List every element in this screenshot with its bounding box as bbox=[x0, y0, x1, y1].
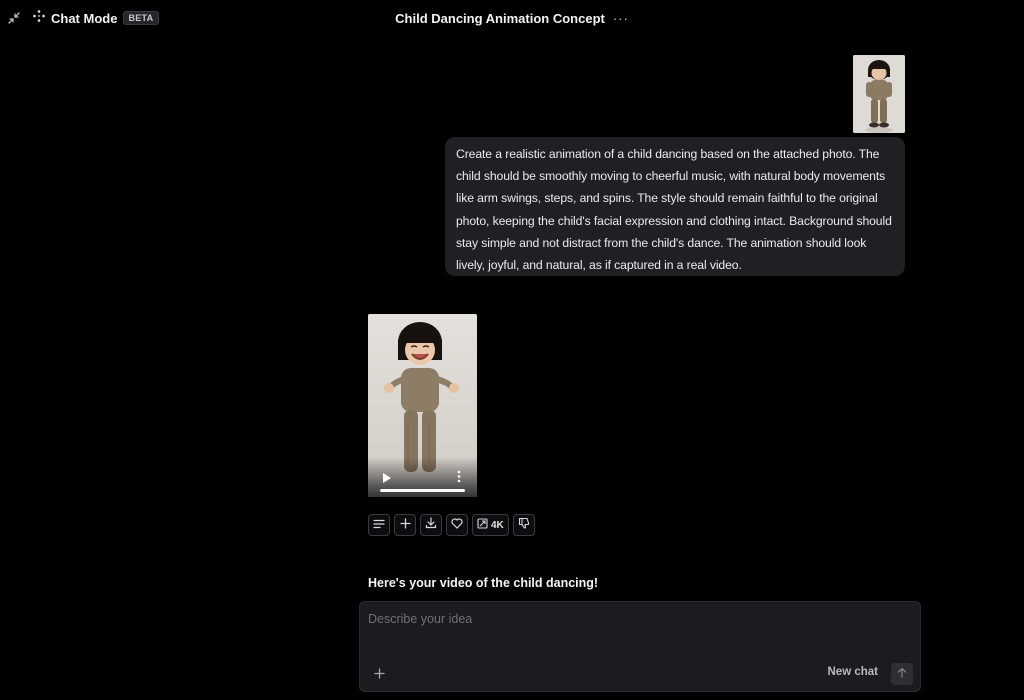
add-button[interactable] bbox=[394, 514, 416, 536]
user-message-text: Create a realistic animation of a child … bbox=[456, 147, 892, 273]
assistant-response-text: Here's your video of the child dancing! bbox=[368, 576, 599, 590]
chat-title-area: Child Dancing Animation Concept ··· bbox=[0, 9, 1024, 27]
app-window: Chat Mode BETA Child Dancing Animation C… bbox=[0, 0, 1024, 700]
vertical-dots-icon[interactable] bbox=[457, 470, 461, 483]
child-photo-thumbnail[interactable] bbox=[853, 55, 905, 133]
download-icon bbox=[425, 516, 437, 534]
upscale-4k-button[interactable]: 4K bbox=[472, 514, 509, 536]
generated-video[interactable] bbox=[368, 314, 477, 497]
dislike-button[interactable] bbox=[512, 514, 535, 536]
favorite-button[interactable] bbox=[446, 514, 468, 536]
attach-plus-icon[interactable] bbox=[372, 666, 386, 680]
new-chat-button[interactable]: New chat bbox=[828, 666, 879, 678]
details-button[interactable] bbox=[368, 514, 390, 536]
send-button[interactable] bbox=[891, 663, 913, 685]
download-button[interactable] bbox=[420, 514, 442, 536]
plus-icon bbox=[399, 516, 411, 534]
chat-title[interactable]: Child Dancing Animation Concept bbox=[395, 11, 605, 26]
arrow-up-icon bbox=[897, 665, 907, 683]
prompt-input[interactable] bbox=[368, 612, 908, 652]
video-progress-bar[interactable] bbox=[380, 489, 465, 492]
user-message-bubble: Create a realistic animation of a child … bbox=[445, 137, 905, 276]
upscale-label: 4K bbox=[491, 519, 504, 531]
video-progress-fill bbox=[380, 489, 465, 492]
lines-icon bbox=[373, 516, 385, 534]
video-controls bbox=[368, 457, 477, 497]
composer: New chat bbox=[359, 601, 921, 692]
thumbs-down-icon bbox=[518, 516, 530, 534]
more-options-button[interactable]: ··· bbox=[613, 12, 629, 25]
upscale-icon bbox=[477, 516, 488, 534]
response-actions: 4K bbox=[368, 514, 535, 536]
play-icon[interactable] bbox=[382, 471, 392, 483]
heart-icon bbox=[451, 516, 463, 534]
